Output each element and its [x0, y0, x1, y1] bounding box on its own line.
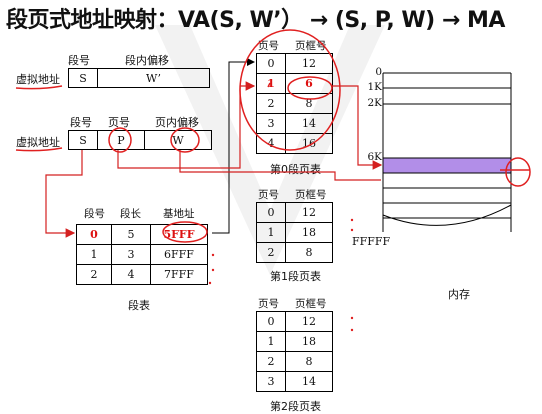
arrow-p-to-pagerow [117, 81, 256, 169]
arrow-w-to-memory [179, 150, 381, 181]
diagram-overlay [15, 29, 531, 332]
arrow-s-to-segtable [45, 150, 83, 238]
handwritten-annotations [15, 29, 531, 243]
annotation-dots [208, 218, 354, 332]
memory-highlight-frame [382, 157, 512, 174]
memory-block [382, 72, 512, 232]
arrow-base-to-pagetable [212, 58, 255, 234]
